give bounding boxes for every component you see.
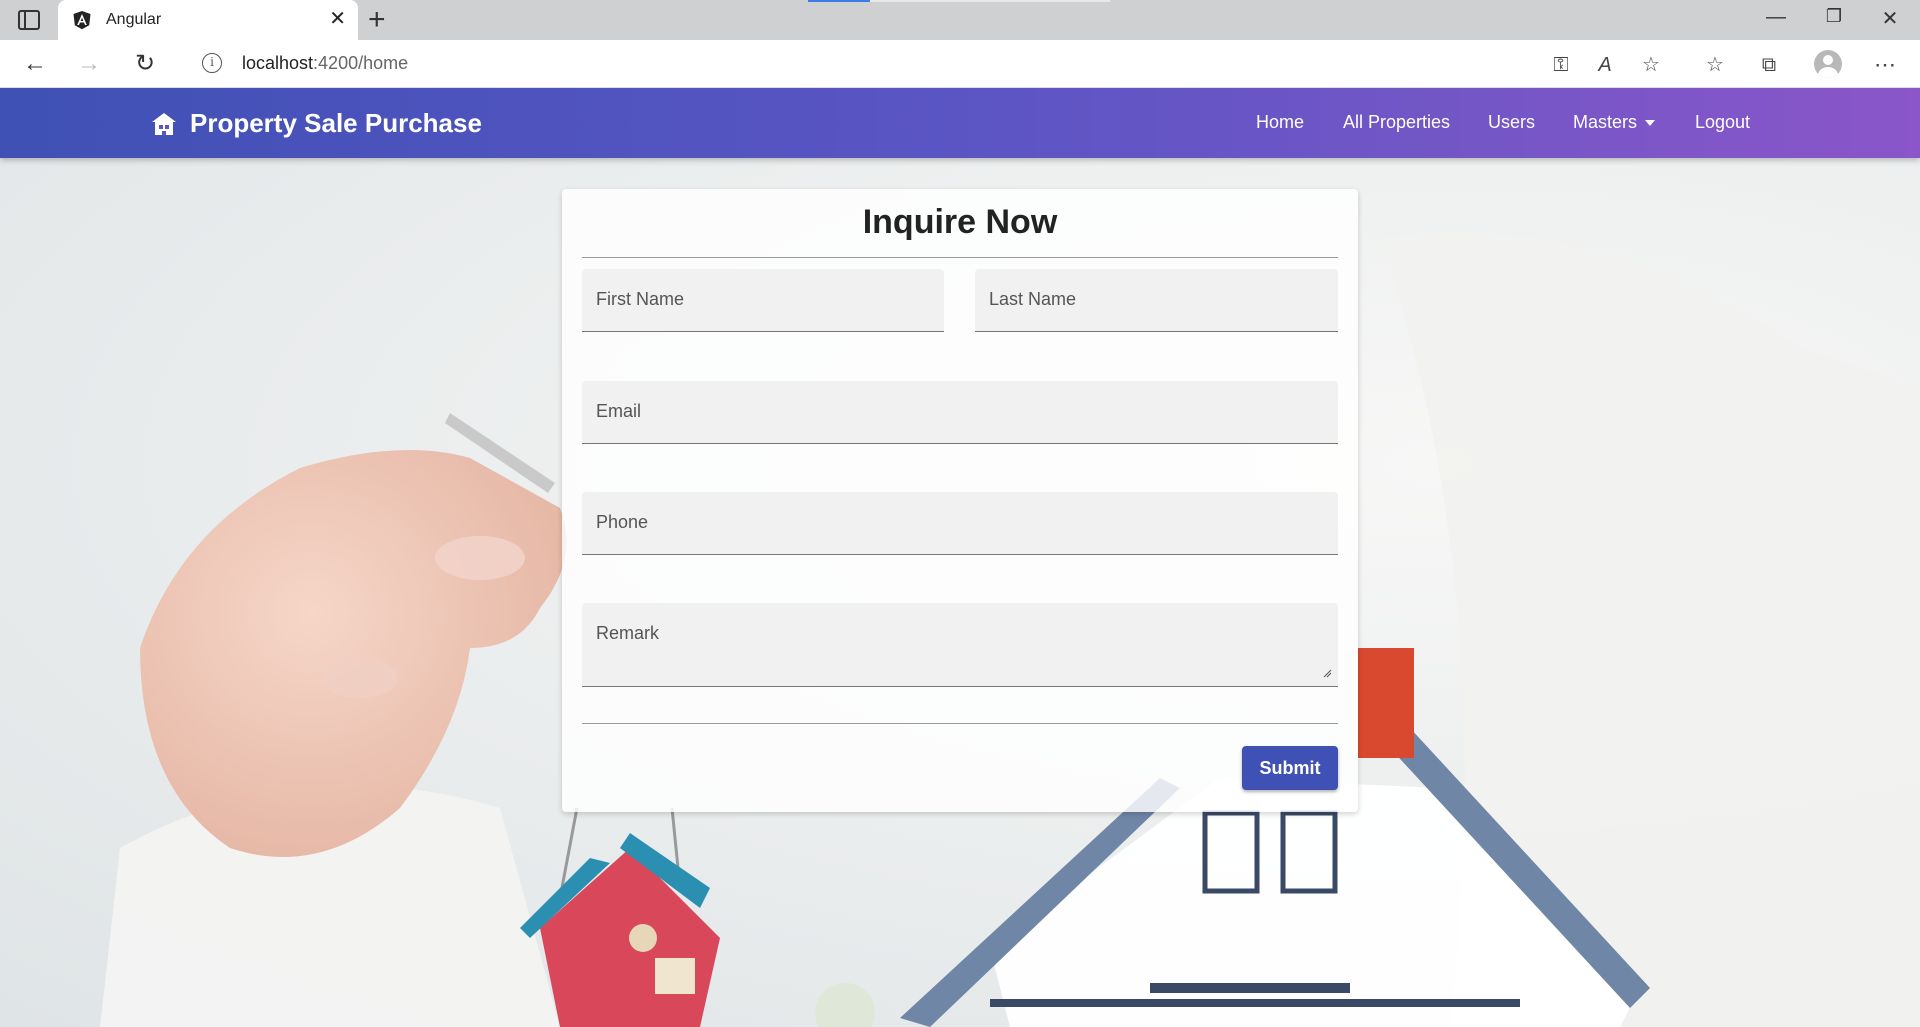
inquire-form-card: Inquire Now First Name Last Name Email P… <box>562 189 1358 812</box>
browser-tab[interactable]: Angular ✕ <box>58 0 358 40</box>
tab-drag-track <box>870 0 1110 2</box>
profile-icon[interactable] <box>1814 50 1842 78</box>
nav-all-properties[interactable]: All Properties <box>1343 112 1450 133</box>
key-icon[interactable]: ⚿ <box>1548 52 1574 78</box>
site-info-icon[interactable]: i <box>202 53 222 73</box>
first-name-label: First Name <box>596 289 685 309</box>
favorites-icon[interactable]: ☆ <box>1702 52 1728 78</box>
footer-divider <box>582 723 1338 724</box>
add-favorite-icon[interactable]: ☆ <box>1638 52 1664 78</box>
brand-title: Property Sale Purchase <box>190 108 482 138</box>
email-label: Email <box>596 401 642 421</box>
nav-logout[interactable]: Logout <box>1695 112 1750 133</box>
resize-grip-icon[interactable] <box>1322 668 1332 678</box>
minimize-button[interactable]: — <box>1756 6 1796 29</box>
url-path: :4200/home <box>313 53 409 73</box>
tab-title: Angular <box>106 11 162 28</box>
restore-button[interactable]: ❐ <box>1814 6 1854 27</box>
forward-button[interactable]: → <box>74 50 104 80</box>
nav-home[interactable]: Home <box>1256 112 1304 133</box>
email-field[interactable]: Email <box>582 381 1338 444</box>
app-navbar: Property Sale Purchase Home All Properti… <box>0 88 1920 158</box>
nav-masters-label: Masters <box>1573 112 1638 132</box>
browser-toolbar: ← → ↻ i localhost:4200/home ⚿ A ☆ ☆ ⧉ ⋯ <box>0 40 1920 88</box>
caret-down-icon <box>1645 120 1656 127</box>
url-text[interactable]: localhost:4200/home <box>242 53 408 74</box>
remark-field[interactable]: Remark <box>582 603 1338 687</box>
close-window-button[interactable]: ✕ <box>1870 6 1910 31</box>
first-name-field[interactable]: First Name <box>582 269 944 332</box>
brand-link[interactable]: Property Sale Purchase <box>150 108 482 139</box>
nav-masters-dropdown[interactable]: Masters <box>1573 112 1656 133</box>
submit-button[interactable]: Submit <box>1242 746 1338 790</box>
building-icon <box>152 112 176 135</box>
phone-label: Phone <box>596 512 649 532</box>
close-tab-icon[interactable]: ✕ <box>329 9 346 29</box>
more-icon[interactable]: ⋯ <box>1872 52 1898 78</box>
nav-users[interactable]: Users <box>1488 112 1535 133</box>
remark-label: Remark <box>596 623 660 643</box>
collections-icon[interactable]: ⧉ <box>1756 52 1782 78</box>
new-tab-button[interactable]: + <box>368 4 386 36</box>
tab-drag-indicator <box>808 0 870 2</box>
title-divider <box>582 257 1338 258</box>
read-aloud-icon[interactable]: A <box>1592 52 1618 78</box>
browser-tab-strip: Angular ✕ + — ❐ ✕ <box>0 0 1920 40</box>
url-host: localhost <box>242 53 314 73</box>
back-button[interactable]: ← <box>20 50 50 80</box>
last-name-field[interactable]: Last Name <box>975 269 1338 332</box>
reload-button[interactable]: ↻ <box>130 50 160 80</box>
last-name-label: Last Name <box>989 289 1077 309</box>
tab-actions-icon[interactable] <box>18 10 40 30</box>
angular-logo-icon <box>73 11 91 30</box>
phone-field[interactable]: Phone <box>582 492 1338 555</box>
address-bar[interactable]: i localhost:4200/home <box>180 45 1680 81</box>
form-title: Inquire Now <box>862 203 1058 241</box>
page-viewport: Property Sale Purchase Home All Properti… <box>0 88 1920 1027</box>
